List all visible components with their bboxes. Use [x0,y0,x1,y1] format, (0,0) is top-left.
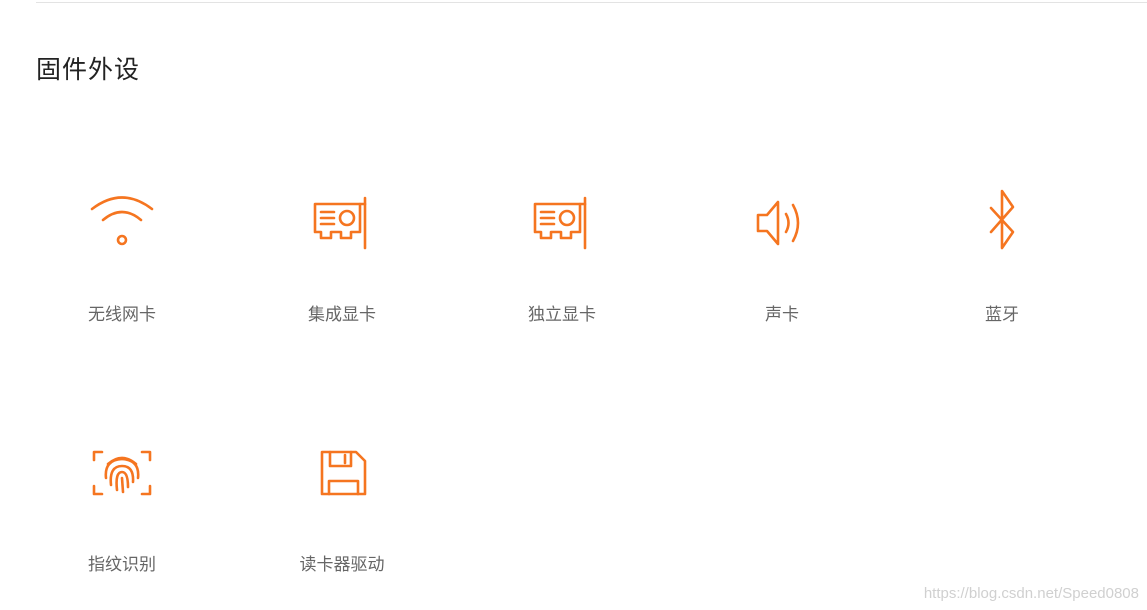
driver-item-discrete-gpu[interactable]: 独立显卡 [482,188,642,358]
driver-item-label: 无线网卡 [88,305,156,325]
top-divider [36,2,1147,3]
driver-item-label: 声卡 [765,305,799,325]
driver-item-label: 集成显卡 [308,305,376,325]
wifi-icon [87,188,157,258]
fingerprint-icon [87,438,157,508]
driver-item-fingerprint[interactable]: 指纹识别 [42,438,202,608]
driver-item-label: 独立显卡 [528,305,596,325]
floppy-disk-icon [307,438,377,508]
driver-item-card-reader[interactable]: 读卡器驱动 [262,438,422,608]
speaker-icon [747,188,817,258]
driver-item-label: 蓝牙 [985,305,1019,325]
driver-item-integrated-gpu[interactable]: 集成显卡 [262,188,422,358]
driver-item-sound-card[interactable]: 声卡 [702,188,862,358]
graphics-card-icon [527,188,597,258]
bluetooth-icon [967,188,1037,258]
driver-item-label: 读卡器驱动 [299,555,385,575]
driver-item-bluetooth[interactable]: 蓝牙 [922,188,1082,358]
firmware-peripherals-page: 固件外设 无线网卡 集成显卡 独立显卡 声卡 蓝牙 指纹识别 读卡器驱动 htt… [0,0,1147,610]
section-title: 固件外设 [36,55,141,84]
driver-item-wireless-nic[interactable]: 无线网卡 [42,188,202,358]
graphics-card-icon [307,188,377,258]
watermark: https://blog.csdn.net/Speed0808 [923,585,1139,602]
driver-item-label: 指纹识别 [88,555,156,575]
